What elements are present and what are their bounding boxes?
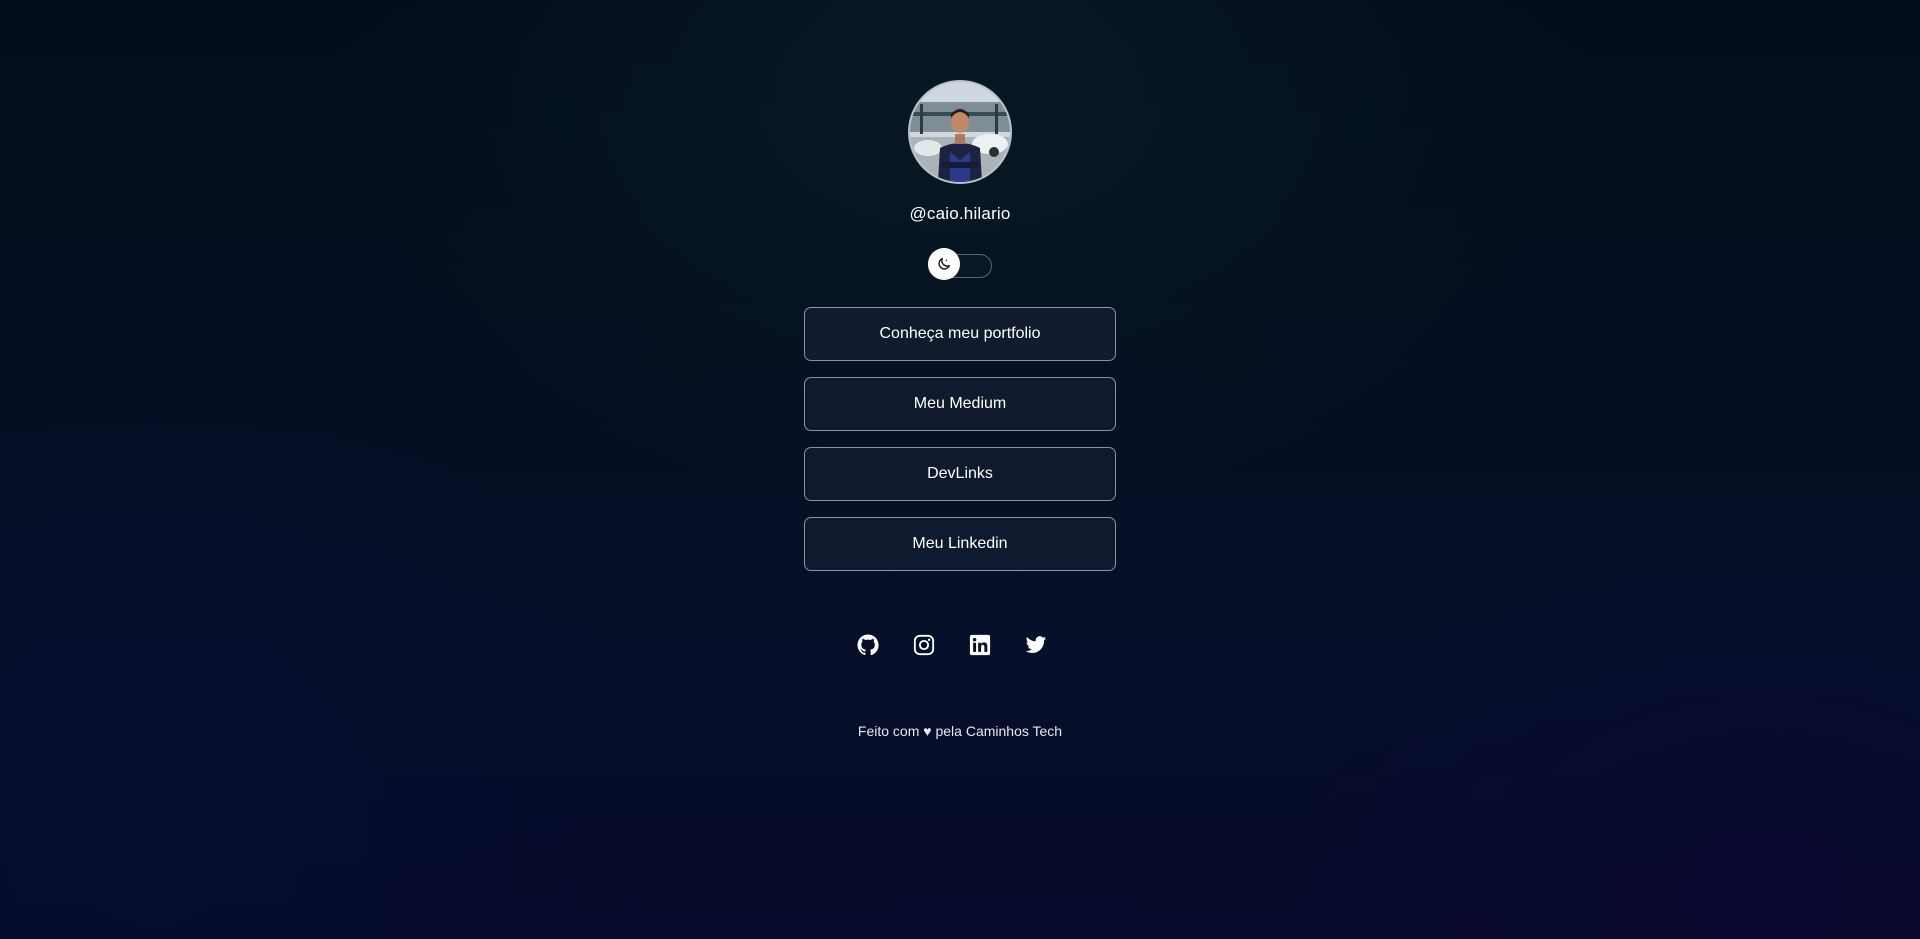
linkedin-link-button[interactable]: Meu Linkedin — [804, 517, 1116, 571]
theme-toggle[interactable] — [928, 248, 992, 280]
profile-section: @caio.hilario — [908, 80, 1012, 224]
social-icons — [856, 633, 1048, 657]
page: @caio.hilario Conheça meu portfolio Meu … — [0, 0, 1920, 939]
instagram-link[interactable] — [912, 633, 936, 657]
medium-link-button[interactable]: Meu Medium — [804, 377, 1116, 431]
portfolio-link-button[interactable]: Conheça meu portfolio — [804, 307, 1116, 361]
footer-credit: Feito com ♥ pela Caminhos Tech — [857, 723, 1063, 739]
avatar — [908, 80, 1012, 184]
username: @caio.hilario — [909, 204, 1011, 223]
twitter-icon — [1025, 636, 1047, 653]
theme-toggle-knob[interactable] — [928, 248, 960, 280]
instagram-icon — [913, 634, 935, 656]
github-icon — [857, 634, 879, 656]
linkedin-link[interactable] — [968, 633, 992, 657]
links-list: Conheça meu portfolio Meu Medium DevLink… — [804, 307, 1116, 587]
twitter-link[interactable] — [1024, 633, 1048, 657]
devlinks-link-button[interactable]: DevLinks — [804, 447, 1116, 501]
linkedin-icon — [969, 634, 991, 656]
moon-icon — [938, 258, 950, 270]
github-link[interactable] — [856, 633, 880, 657]
avatar-photo — [910, 82, 1010, 182]
